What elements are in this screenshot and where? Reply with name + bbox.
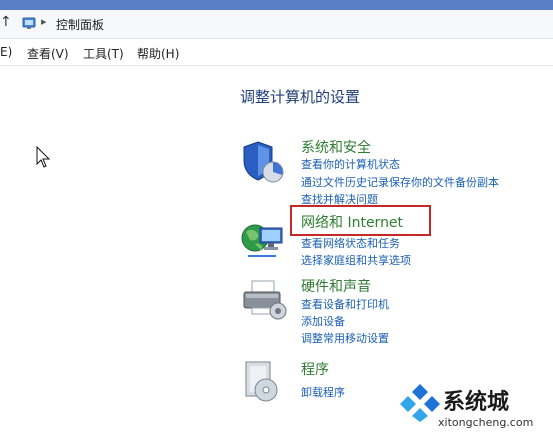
menu-tools[interactable]: 工具(T) — [83, 45, 124, 62]
highlight-box — [290, 205, 431, 236]
link-view-network-status[interactable]: 查看网络状态和任务 — [301, 235, 400, 251]
window-title-strip — [0, 0, 553, 10]
logo-url: xitongcheng.com — [438, 416, 534, 429]
menu-edit[interactable]: E) — [0, 45, 12, 59]
category-programs[interactable]: 程序 — [301, 359, 329, 379]
control-panel-icon — [22, 17, 36, 29]
link-add-device[interactable]: 添加设备 — [301, 313, 345, 329]
link-homegroup-sharing[interactable]: 选择家庭组和共享选项 — [301, 252, 411, 268]
breadcrumb-control-panel[interactable]: 控制面板 — [56, 16, 104, 33]
programs-box-icon[interactable] — [240, 358, 282, 404]
shield-icon[interactable] — [240, 139, 286, 185]
mouse-cursor-icon — [36, 146, 51, 168]
link-devices-printers[interactable]: 查看设备和打印机 — [301, 296, 389, 312]
link-uninstall-program[interactable]: 卸载程序 — [301, 384, 345, 400]
menu-view[interactable]: 查看(V) — [27, 45, 69, 62]
menu-help[interactable]: 帮助(H) — [137, 45, 179, 62]
category-system-security[interactable]: 系统和安全 — [301, 137, 371, 157]
link-view-computer-status[interactable]: 查看你的计算机状态 — [301, 156, 400, 172]
printer-icon[interactable] — [240, 278, 288, 322]
breadcrumb-separator-icon[interactable]: ▸ — [41, 15, 47, 28]
link-mobility-settings[interactable]: 调整常用移动设置 — [301, 330, 389, 346]
up-arrow-icon[interactable]: ↑ — [0, 14, 12, 30]
menu-bar: E) 查看(V) 工具(T) 帮助(H) — [0, 39, 553, 66]
link-file-history-backup[interactable]: 通过文件历史记录保存你的文件备份副本 — [301, 174, 499, 190]
logo-name: 系统城 — [443, 390, 510, 415]
network-globe-icon[interactable] — [240, 218, 286, 264]
category-hardware-sound[interactable]: 硬件和声音 — [301, 276, 371, 296]
logo-diamond-icon — [400, 384, 440, 422]
page-title: 调整计算机的设置 — [240, 88, 361, 106]
watermark-logo: 系统城 xitongcheng.com — [398, 378, 550, 432]
address-bar[interactable]: ↑ ▸ 控制面板 — [0, 10, 553, 39]
